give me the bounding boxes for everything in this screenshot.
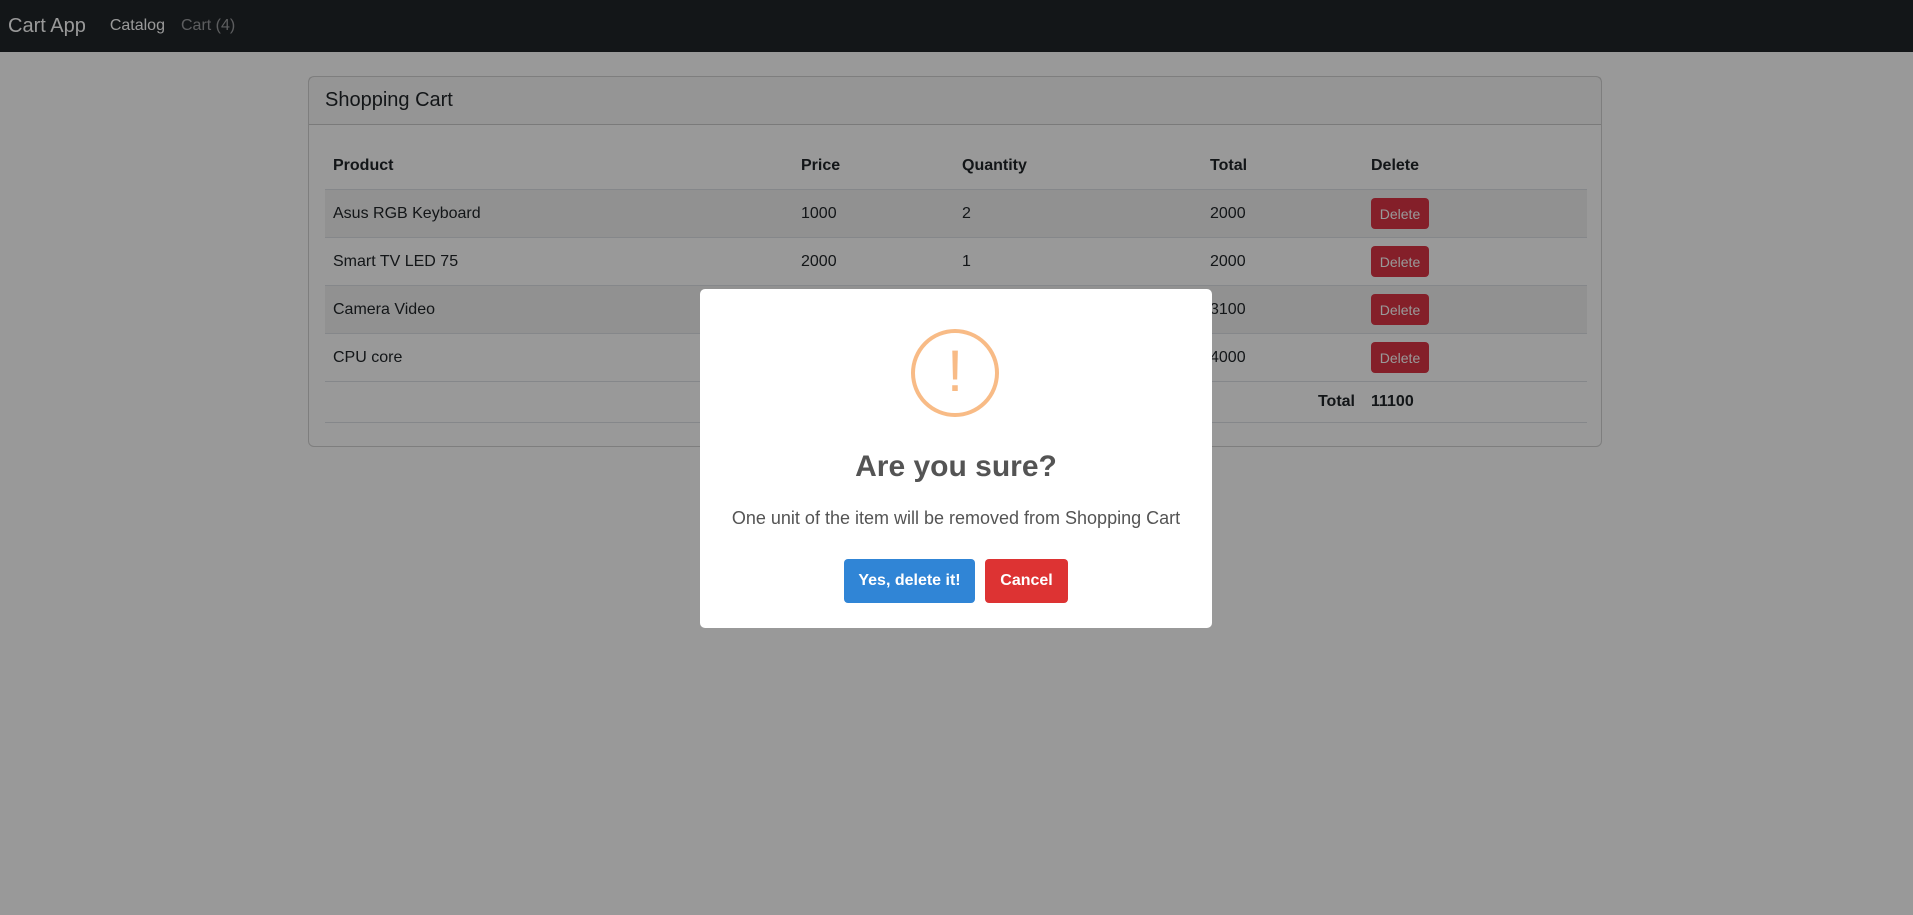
- confirm-delete-button[interactable]: Yes, delete it!: [844, 559, 975, 603]
- warning-icon: !: [911, 329, 999, 417]
- dialog-text: One unit of the item will be removed fro…: [731, 508, 1181, 528]
- dialog-actions: Yes, delete it! Cancel: [700, 559, 1212, 603]
- dialog-title: Are you sure?: [855, 450, 1057, 483]
- confirm-dialog: ! Are you sure? One unit of the item wil…: [700, 289, 1212, 628]
- cancel-button[interactable]: Cancel: [985, 559, 1068, 603]
